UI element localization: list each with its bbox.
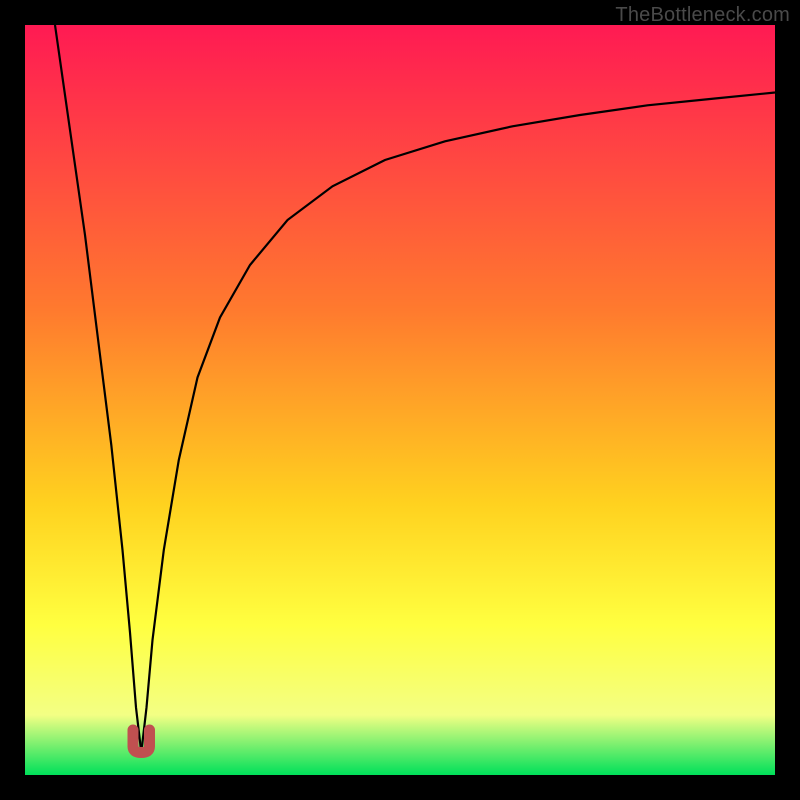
- plot-svg: [25, 25, 775, 775]
- chart-frame: TheBottleneck.com: [0, 0, 800, 800]
- watermark-text: TheBottleneck.com: [615, 4, 790, 27]
- gradient-background: [25, 25, 775, 775]
- plot-area: [25, 25, 775, 775]
